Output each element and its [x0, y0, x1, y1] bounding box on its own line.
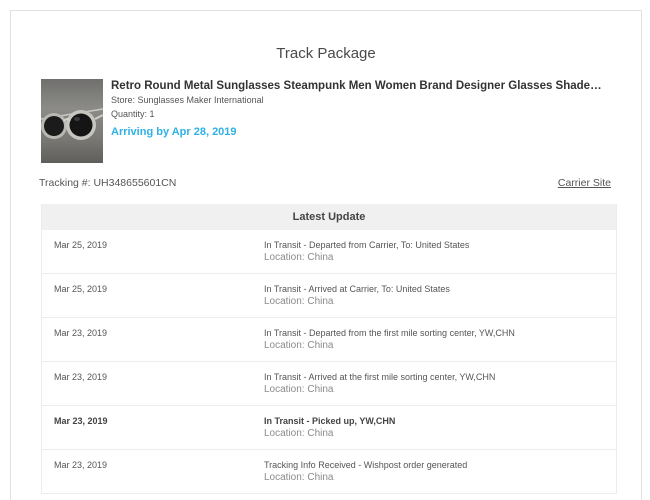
update-status: In Transit - Arrived at Carrier, To: Uni… [264, 284, 450, 294]
updates-header: Latest Update [42, 204, 616, 230]
product-title[interactable]: Retro Round Metal Sunglasses Steampunk M… [111, 80, 631, 92]
update-date: Mar 25, 2019 [54, 240, 108, 250]
update-status: In Transit - Departed from the first mil… [264, 328, 515, 338]
update-row: Mar 25, 2019 In Transit - Departed from … [42, 230, 616, 274]
store-name: Store: Sunglasses Maker International [111, 95, 264, 105]
tracking-row: Tracking #: UH348655601CN Carrier Site [39, 177, 611, 189]
update-status: In Transit - Picked up, YW,CHN [264, 416, 396, 426]
product-image[interactable] [41, 79, 103, 163]
product-info: Retro Round Metal Sunglasses Steampunk M… [111, 80, 631, 138]
arrival-estimate: Arriving by Apr 28, 2019 [111, 126, 237, 138]
update-row-latest-pickup: Mar 23, 2019 In Transit - Picked up, YW,… [42, 406, 616, 450]
update-row: Mar 23, 2019 In Transit - Departed from … [42, 318, 616, 362]
update-location: Location: China [264, 472, 334, 483]
update-location: Location: China [264, 428, 334, 439]
update-status: In Transit - Departed from Carrier, To: … [264, 240, 470, 250]
update-row: Mar 25, 2019 In Transit - Arrived at Car… [42, 274, 616, 318]
update-location: Location: China [264, 252, 334, 263]
update-row: Mar 23, 2019 Tracking Info Received - Wi… [42, 450, 616, 494]
update-date: Mar 23, 2019 [54, 460, 108, 470]
update-date: Mar 23, 2019 [54, 372, 108, 382]
update-status: In Transit - Arrived at the first mile s… [264, 372, 496, 382]
tracking-number: Tracking #: UH348655601CN [39, 177, 177, 189]
updates-table: Latest Update Mar 25, 2019 In Transit - … [41, 204, 617, 494]
update-location: Location: China [264, 340, 334, 351]
page-title: Track Package [276, 45, 376, 62]
update-location: Location: China [264, 384, 334, 395]
update-date: Mar 23, 2019 [54, 416, 108, 426]
tracking-card: Track Package Retro Round Metal Sunglass… [10, 10, 642, 500]
update-date: Mar 25, 2019 [54, 284, 108, 294]
quantity: Quantity: 1 [111, 109, 155, 119]
update-location: Location: China [264, 296, 334, 307]
update-status: Tracking Info Received - Wishpost order … [264, 460, 468, 470]
carrier-site-link[interactable]: Carrier Site [558, 177, 611, 189]
update-date: Mar 23, 2019 [54, 328, 108, 338]
update-row: Mar 23, 2019 In Transit - Arrived at the… [42, 362, 616, 406]
